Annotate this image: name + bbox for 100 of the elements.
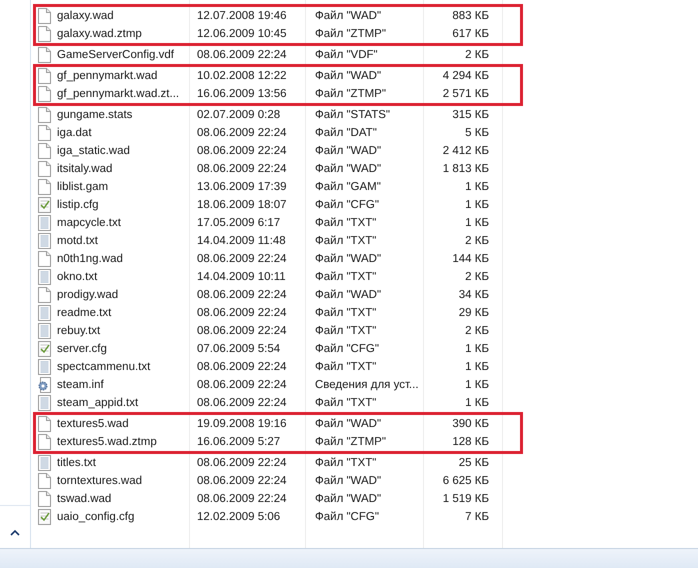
- file-name[interactable]: tswad.wad: [57, 493, 195, 505]
- file-type: Файл "STATS": [314, 109, 391, 121]
- config-file-icon: [38, 509, 51, 525]
- file-name[interactable]: uaio_config.cfg: [57, 511, 195, 523]
- file-size: 315 КБ: [451, 109, 490, 121]
- file-icon: [38, 107, 51, 123]
- file-name[interactable]: textures5.wad: [57, 418, 195, 430]
- text-file-icon: [38, 215, 51, 231]
- file-type: Файл "WAD": [314, 475, 382, 487]
- file-name[interactable]: gf_pennymarkt.wad: [57, 70, 195, 82]
- file-size: 34 КБ: [458, 289, 490, 301]
- file-name[interactable]: iga_static.wad: [57, 145, 195, 157]
- file-size: 25 КБ: [458, 457, 490, 469]
- file-icon: [38, 26, 51, 42]
- text-file-icon: [38, 359, 51, 375]
- file-name[interactable]: torntextures.wad: [57, 475, 195, 487]
- text-file-icon: [38, 233, 51, 249]
- file-name[interactable]: liblist.gam: [57, 181, 195, 193]
- file-size: 1 КБ: [464, 181, 490, 193]
- file-icon: [38, 125, 51, 141]
- file-name[interactable]: steam_appid.txt: [57, 397, 195, 409]
- file-size: 1 КБ: [464, 217, 490, 229]
- modified-date: 18.06.2009 18:07: [196, 199, 288, 211]
- text-file-icon: [38, 269, 51, 285]
- file-type: Файл "VDF": [314, 49, 379, 61]
- file-name[interactable]: listip.cfg: [57, 199, 195, 211]
- modified-date: 08.06.2009 22:24: [196, 325, 288, 337]
- file-size: 29 КБ: [458, 307, 490, 319]
- file-type: Файл "WAD": [314, 418, 382, 430]
- modified-date: 08.06.2009 22:24: [196, 127, 288, 139]
- file-size: 1 КБ: [464, 361, 490, 373]
- file-icon: [38, 86, 51, 102]
- file-type: Файл "WAD": [314, 289, 382, 301]
- config-file-icon: [38, 341, 51, 357]
- file-name[interactable]: GameServerConfig.vdf: [57, 49, 195, 61]
- file-size: 7 КБ: [464, 511, 490, 523]
- file-icon: [38, 161, 51, 177]
- file-size: 2 КБ: [464, 325, 490, 337]
- file-type: Файл "WAD": [314, 145, 382, 157]
- modified-date: 08.06.2009 22:24: [196, 379, 288, 391]
- file-size: 1 519 КБ: [442, 493, 490, 505]
- file-icon: [38, 47, 51, 63]
- file-name[interactable]: readme.txt: [57, 307, 195, 319]
- modified-date: 12.06.2009 10:45: [196, 28, 288, 40]
- file-name[interactable]: okno.txt: [57, 271, 195, 283]
- file-name[interactable]: prodigy.wad: [57, 289, 195, 301]
- file-name[interactable]: rebuy.txt: [57, 325, 195, 337]
- file-size: 6 625 КБ: [442, 475, 490, 487]
- file-size: 1 КБ: [464, 199, 490, 211]
- text-file-icon: [38, 455, 51, 471]
- file-icon: [38, 143, 51, 159]
- file-type: Файл "WAD": [314, 253, 382, 265]
- modified-date: 07.06.2009 5:54: [196, 343, 282, 355]
- file-name[interactable]: galaxy.wad.ztmp: [57, 28, 195, 40]
- file-icon: [38, 491, 51, 507]
- chevron-up-icon[interactable]: [10, 530, 20, 536]
- file-size: 1 КБ: [464, 397, 490, 409]
- text-file-icon: [38, 323, 51, 339]
- modified-date: 08.06.2009 22:24: [196, 163, 288, 175]
- file-type: Файл "ZTMP": [314, 436, 387, 448]
- file-name[interactable]: textures5.wad.ztmp: [57, 436, 195, 448]
- file-name[interactable]: gf_pennymarkt.wad.zt...: [57, 88, 195, 100]
- modified-date: 08.06.2009 22:24: [196, 49, 288, 61]
- file-size: 2 571 КБ: [442, 88, 490, 100]
- modified-date: 08.06.2009 22:24: [196, 145, 288, 157]
- file-icon: [38, 473, 51, 489]
- file-name[interactable]: galaxy.wad: [57, 10, 195, 22]
- file-type: Файл "WAD": [314, 493, 382, 505]
- modified-date: 08.06.2009 22:24: [196, 493, 288, 505]
- file-name[interactable]: server.cfg: [57, 343, 195, 355]
- file-icon: [38, 416, 51, 432]
- file-size: 2 КБ: [464, 49, 490, 61]
- file-name[interactable]: n0th1ng.wad: [57, 253, 195, 265]
- file-name[interactable]: titles.txt: [57, 457, 195, 469]
- file-size: 617 КБ: [451, 28, 490, 40]
- file-type: Файл "GAM": [314, 181, 382, 193]
- file-type: Файл "TXT": [314, 217, 378, 229]
- file-name[interactable]: motd.txt: [57, 235, 195, 247]
- file-type: Файл "TXT": [314, 397, 378, 409]
- modified-date: 08.06.2009 22:24: [196, 457, 288, 469]
- file-name[interactable]: spectcammenu.txt: [57, 361, 195, 373]
- file-icon: [38, 8, 51, 24]
- file-type: Файл "WAD": [314, 70, 382, 82]
- file-name[interactable]: mapcycle.txt: [57, 217, 195, 229]
- file-size: 1 813 КБ: [442, 163, 490, 175]
- file-name[interactable]: gungame.stats: [57, 109, 195, 121]
- file-name[interactable]: itsitaly.wad: [57, 163, 195, 175]
- file-name[interactable]: steam.inf: [57, 379, 195, 391]
- file-name[interactable]: iga.dat: [57, 127, 195, 139]
- modified-date: 08.06.2009 22:24: [196, 307, 288, 319]
- modified-date: 14.04.2009 10:11: [196, 271, 287, 283]
- file-type: Файл "TXT": [314, 457, 378, 469]
- file-type: Файл "ZTMP": [314, 88, 387, 100]
- file-size: 4 294 КБ: [442, 70, 490, 82]
- file-type: Файл "CFG": [314, 199, 380, 211]
- file-size: 128 КБ: [451, 436, 490, 448]
- modified-date: 13.06.2009 17:39: [196, 181, 288, 193]
- modified-date: 02.07.2009 0:28: [196, 109, 282, 121]
- file-type: Файл "CFG": [314, 511, 380, 523]
- file-icon: [38, 434, 51, 450]
